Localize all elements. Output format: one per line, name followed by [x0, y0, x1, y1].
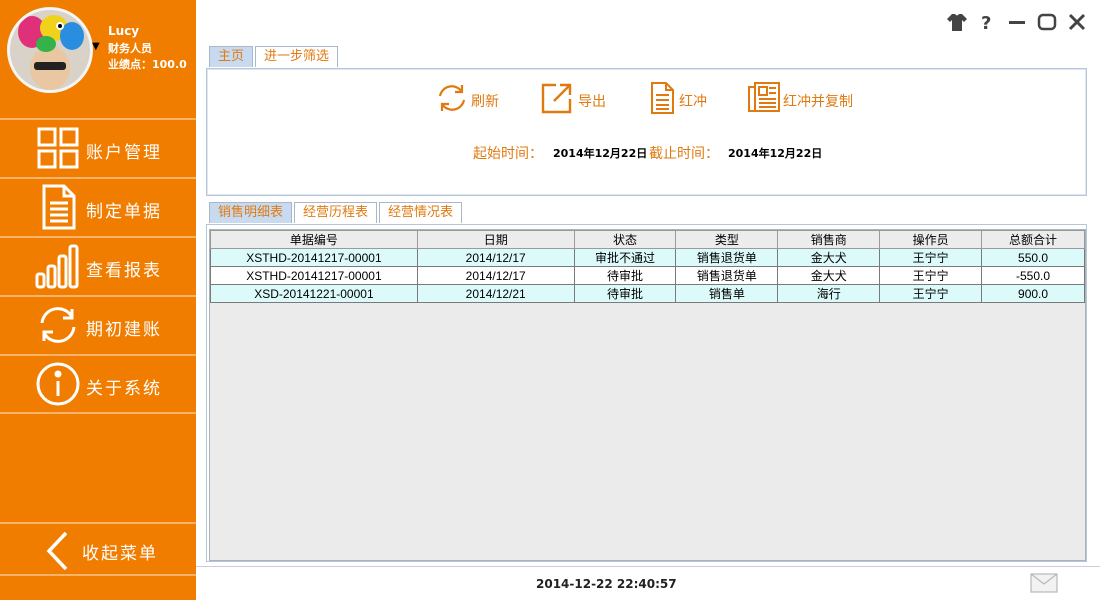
status-bar: 2014-12-22 22:40:57 — [196, 566, 1100, 601]
cell-seller: 海行 — [777, 284, 881, 303]
avatar[interactable] — [7, 7, 93, 93]
user-role[interactable]: 财务人员 — [108, 40, 152, 56]
table-row[interactable]: XSD-20141221-00001 2014/12/21 待审批 销售单 海行… — [210, 284, 1085, 303]
skin-icon[interactable] — [946, 11, 968, 33]
newspaper-icon — [747, 81, 781, 115]
cell-type: 销售单 — [675, 284, 779, 303]
document-icon — [34, 183, 82, 231]
cell-seller: 金大犬 — [777, 266, 881, 285]
export-icon — [540, 81, 574, 115]
tab-advanced-filter[interactable]: 进一步筛选 — [255, 46, 339, 67]
user-name: Lucy — [108, 24, 140, 38]
table-header-row: 单据编号 日期 状态 类型 销售商 操作员 总额合计 — [210, 230, 1085, 249]
toolbar: 刷新 导出 红冲 红冲并复制 — [207, 81, 1086, 117]
grid-icon — [34, 124, 82, 172]
cell-status: 待审批 — [573, 284, 677, 303]
start-time-value[interactable]: 2014年12月22日 — [553, 145, 647, 161]
current-datetime: 2014-12-22 22:40:57 — [536, 577, 677, 591]
col-header[interactable]: 日期 — [416, 230, 575, 249]
info-icon — [34, 360, 82, 408]
col-header[interactable]: 类型 — [675, 230, 779, 249]
table-row[interactable]: XSTHD-20141217-00001 2014/12/17 审批不通过 销售… — [210, 248, 1085, 267]
sidebar-item-label: 期初建账 — [86, 320, 162, 340]
sidebar-item-label: 制定单据 — [86, 202, 162, 222]
export-label: 导出 — [578, 94, 606, 110]
export-button[interactable]: 导出 — [540, 81, 610, 117]
cell-status: 审批不通过 — [573, 248, 677, 267]
mail-icon[interactable] — [1030, 573, 1058, 593]
sidebar-item-label: 关于系统 — [86, 379, 162, 399]
red-offset-copy-button[interactable]: 红冲并复制 — [747, 81, 867, 117]
bar-chart-icon — [34, 242, 82, 290]
col-header[interactable]: 单据编号 — [210, 230, 418, 249]
report-tabs: 销售明细表 经营历程表 经营情况表 — [209, 202, 464, 224]
col-header[interactable]: 状态 — [573, 230, 677, 249]
tab-home[interactable]: 主页 — [209, 46, 254, 67]
cell-total: 900.0 — [981, 284, 1085, 303]
cell-operator: 王宁宁 — [879, 248, 983, 267]
divider — [0, 412, 196, 414]
sidebar-item-label: 查看报表 — [86, 261, 162, 281]
document-icon — [647, 81, 681, 115]
red-offset-label: 红冲 — [679, 94, 707, 110]
sidebar-item-label: 账户管理 — [86, 143, 162, 163]
refresh-button[interactable]: 刷新 — [435, 81, 505, 117]
collapse-menu-label: 收起菜单 — [82, 544, 158, 564]
cell-total: 550.0 — [981, 248, 1085, 267]
cell-doc-number: XSD-20141221-00001 — [210, 284, 418, 303]
role-dropdown-icon[interactable]: ▼ — [92, 41, 100, 52]
cell-total: -550.0 — [981, 266, 1085, 285]
window-controls: ? — [946, 10, 1088, 34]
cell-date: 2014/12/21 — [416, 284, 575, 303]
refresh-label: 刷新 — [471, 94, 499, 110]
user-performance: 业绩点：100.0 — [108, 58, 187, 71]
cell-operator: 王宁宁 — [879, 266, 983, 285]
main-tabs: 主页 进一步筛选 — [209, 46, 340, 68]
cell-seller: 金大犬 — [777, 248, 881, 267]
red-offset-button[interactable]: 红冲 — [647, 81, 717, 117]
cell-type: 销售退货单 — [675, 266, 779, 285]
tab-business-history[interactable]: 经营历程表 — [294, 202, 378, 223]
help-icon[interactable]: ? — [976, 11, 998, 34]
main-content: ? 主页 进一步筛选 刷新 导出 红冲 红冲并复制 起始时间： 2014年12月… — [196, 0, 1100, 601]
sales-detail-panel: 单据编号 日期 状态 类型 销售商 操作员 总额合计 XSTHD-2014121… — [206, 224, 1087, 562]
cell-doc-number: XSTHD-20141217-00001 — [210, 248, 418, 267]
minimize-icon[interactable] — [1006, 11, 1028, 33]
red-offset-copy-label: 红冲并复制 — [783, 94, 853, 110]
svg-text:?: ? — [981, 13, 991, 33]
chevron-left-icon — [44, 530, 72, 572]
user-profile: Lucy ▼ 财务人员 业绩点：100.0 — [0, 0, 196, 118]
sidebar-item-account-management[interactable]: 账户管理 — [0, 118, 196, 177]
col-header[interactable]: 总额合计 — [981, 230, 1085, 249]
home-panel: 刷新 导出 红冲 红冲并复制 起始时间： 2014年12月22日 截止时间： 2… — [206, 68, 1087, 196]
collapse-menu-button[interactable]: 收起菜单 — [0, 522, 196, 576]
cell-date: 2014/12/17 — [416, 248, 575, 267]
sidebar-item-opening-accounts[interactable]: 期初建账 — [0, 295, 196, 354]
close-icon[interactable] — [1066, 11, 1088, 33]
tab-business-status[interactable]: 经营情况表 — [379, 202, 463, 223]
table-row[interactable]: XSTHD-20141217-00001 2014/12/17 待审批 销售退货… — [210, 266, 1085, 285]
sidebar-menu: 账户管理 制定单据 查看报表 期初建账 关于系统 — [0, 118, 196, 413]
sidebar: Lucy ▼ 财务人员 业绩点：100.0 账户管理 制定单据 查看报表 期初建… — [0, 0, 196, 600]
sales-table: 单据编号 日期 状态 类型 销售商 操作员 总额合计 XSTHD-2014121… — [210, 230, 1085, 303]
start-time-label: 起始时间： — [473, 146, 543, 162]
refresh-icon — [34, 301, 82, 349]
sidebar-item-view-reports[interactable]: 查看报表 — [0, 236, 196, 295]
sidebar-item-about-system[interactable]: 关于系统 — [0, 354, 196, 413]
table-area: 单据编号 日期 状态 类型 销售商 操作员 总额合计 XSTHD-2014121… — [209, 229, 1086, 561]
cell-type: 销售退货单 — [675, 248, 779, 267]
cell-operator: 王宁宁 — [879, 284, 983, 303]
end-time-value[interactable]: 2014年12月22日 — [728, 145, 822, 161]
tab-sales-detail[interactable]: 销售明细表 — [209, 202, 293, 223]
col-header[interactable]: 销售商 — [777, 230, 881, 249]
col-header[interactable]: 操作员 — [879, 230, 983, 249]
cell-status: 待审批 — [573, 266, 677, 285]
maximize-icon[interactable] — [1036, 11, 1058, 33]
sidebar-item-create-document[interactable]: 制定单据 — [0, 177, 196, 236]
end-time-label: 截止时间： — [649, 146, 719, 162]
date-range: 起始时间： 2014年12月22日 截止时间： 2014年12月22日 — [207, 143, 1086, 163]
cell-date: 2014/12/17 — [416, 266, 575, 285]
cell-doc-number: XSTHD-20141217-00001 — [210, 266, 418, 285]
refresh-icon — [435, 81, 469, 115]
